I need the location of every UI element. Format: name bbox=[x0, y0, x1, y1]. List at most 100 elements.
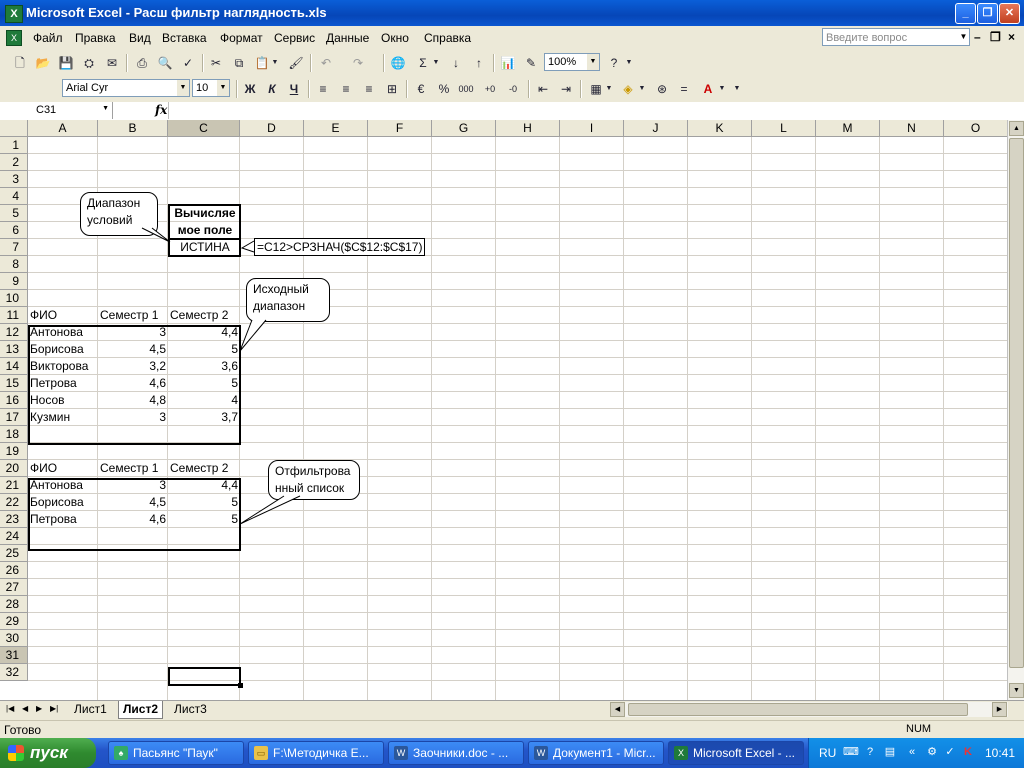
first-sheet-icon[interactable]: |◀ bbox=[6, 704, 14, 713]
align-right-icon[interactable]: ≡ bbox=[361, 81, 377, 97]
row-header-28[interactable]: 28 bbox=[0, 596, 28, 613]
last-sheet-icon[interactable]: ▶| bbox=[50, 704, 58, 713]
copy-icon[interactable]: ⧉ bbox=[231, 55, 247, 71]
paste-dropdown-icon[interactable]: ▼ bbox=[270, 55, 280, 71]
col-header-j[interactable]: J bbox=[624, 120, 688, 137]
col-header-o[interactable]: O bbox=[944, 120, 1008, 137]
sort-ascending-icon[interactable]: ↓ bbox=[448, 55, 464, 71]
row-header-13[interactable]: 13 bbox=[0, 341, 28, 358]
chevron-down-icon[interactable]: ▼ bbox=[102, 105, 109, 112]
percent-icon[interactable]: % bbox=[436, 81, 452, 97]
underline-icon[interactable]: Ч bbox=[286, 81, 302, 97]
col-header-d[interactable]: D bbox=[240, 120, 304, 137]
task-excel[interactable]: X Microsoft Excel - ... bbox=[668, 741, 804, 765]
row-header-6[interactable]: 6 bbox=[0, 222, 28, 239]
row-header-30[interactable]: 30 bbox=[0, 630, 28, 647]
source-table-cell[interactable]: Викторова bbox=[28, 358, 98, 375]
source-table-header-cell[interactable]: ФИО bbox=[28, 307, 98, 324]
format-painter-icon[interactable]: 🖌 bbox=[288, 55, 304, 71]
criteria-value-cell[interactable]: ИСТИНА bbox=[169, 239, 241, 256]
menu-edit[interactable]: Правка bbox=[75, 31, 116, 45]
insert-function-icon[interactable]: fx bbox=[155, 103, 167, 117]
fill-color-icon[interactable]: ◈ bbox=[620, 81, 636, 97]
row-header-29[interactable]: 29 bbox=[0, 613, 28, 630]
font-size-select[interactable]: 10 ▼ bbox=[192, 79, 230, 97]
active-cell-c31[interactable] bbox=[168, 667, 243, 688]
source-table-cell[interactable]: 3 bbox=[98, 324, 168, 341]
row-header-14[interactable]: 14 bbox=[0, 358, 28, 375]
menu-insert[interactable]: Вставка bbox=[162, 31, 207, 45]
cut-icon[interactable]: ✂ bbox=[208, 55, 224, 71]
col-header-f[interactable]: F bbox=[368, 120, 432, 137]
row-header-1[interactable]: 1 bbox=[0, 137, 28, 154]
source-table-cell[interactable]: 3,6 bbox=[168, 358, 240, 375]
document-icon[interactable]: X bbox=[6, 30, 22, 46]
save-icon[interactable]: 💾 bbox=[58, 55, 74, 71]
chevron-down-icon[interactable]: ▼ bbox=[958, 29, 969, 45]
menu-format[interactable]: Формат bbox=[220, 31, 263, 45]
tab-sheet2[interactable]: Лист2 bbox=[118, 701, 164, 719]
filtered-table-cell[interactable]: Борисова bbox=[28, 494, 98, 511]
restore-button[interactable]: ❐ bbox=[977, 3, 998, 24]
expand-tray-icon[interactable]: « bbox=[905, 745, 919, 759]
horizontal-scrollbar[interactable]: ◀ ▶ bbox=[610, 702, 1008, 717]
menu-data[interactable]: Данные bbox=[326, 31, 369, 45]
col-header-a[interactable]: A bbox=[28, 120, 98, 137]
sort-descending-icon[interactable]: ↑ bbox=[471, 55, 487, 71]
tab-sheet1[interactable]: Лист1 bbox=[70, 701, 111, 718]
redo-icon[interactable]: ↷ bbox=[350, 55, 366, 71]
source-table-cell[interactable]: Петрова bbox=[28, 375, 98, 392]
increase-decimal-icon[interactable]: +0 bbox=[482, 81, 498, 97]
network-icon[interactable]: ⚙ bbox=[925, 745, 939, 759]
font-select[interactable]: Arial Cyr ▼ bbox=[62, 79, 190, 97]
filtered-table-cell[interactable]: 5 bbox=[168, 511, 240, 528]
permission-icon[interactable]: ⛭ bbox=[81, 55, 97, 71]
source-table-cell[interactable]: Борисова bbox=[28, 341, 98, 358]
menu-file[interactable]: Файл bbox=[33, 31, 63, 45]
align-left-icon[interactable]: ≡ bbox=[315, 81, 331, 97]
row-header-9[interactable]: 9 bbox=[0, 273, 28, 290]
source-table-cell[interactable]: Носов bbox=[28, 392, 98, 409]
decrease-decimal-icon[interactable]: -0 bbox=[505, 81, 521, 97]
filtered-table-cell[interactable]: 4,4 bbox=[168, 477, 240, 494]
row-header-25[interactable]: 25 bbox=[0, 545, 28, 562]
drawing-icon[interactable]: ✎ bbox=[523, 55, 539, 71]
source-table-cell[interactable]: 4 bbox=[168, 392, 240, 409]
merge-center-icon[interactable]: ⊞ bbox=[384, 81, 400, 97]
row-header-7[interactable]: 7 bbox=[0, 239, 28, 256]
scroll-up-icon[interactable]: ▲ bbox=[1009, 121, 1024, 136]
horizontal-scroll-thumb[interactable] bbox=[628, 703, 968, 716]
row-header-23[interactable]: 23 bbox=[0, 511, 28, 528]
col-header-e[interactable]: E bbox=[304, 120, 368, 137]
print-preview-icon[interactable]: 🔍 bbox=[157, 55, 173, 71]
task-spider-solitaire[interactable]: ♠ Пасьянс "Паук" bbox=[108, 741, 244, 765]
menu-help[interactable]: Справка bbox=[424, 31, 471, 45]
row-header-3[interactable]: 3 bbox=[0, 171, 28, 188]
spelling-icon[interactable]: ✓ bbox=[180, 55, 196, 71]
help-icon[interactable]: ? bbox=[606, 55, 622, 71]
vertical-scroll-thumb[interactable] bbox=[1009, 138, 1024, 668]
increase-indent-icon[interactable]: ⇥ bbox=[558, 81, 574, 97]
filtered-table-header-cell[interactable]: ФИО bbox=[28, 460, 98, 477]
autosum-icon[interactable]: Σ bbox=[415, 55, 431, 71]
source-table-cell[interactable]: 5 bbox=[168, 341, 240, 358]
scroll-left-icon[interactable]: ◀ bbox=[610, 702, 625, 717]
row-header-11[interactable]: 11 bbox=[0, 307, 28, 324]
row-header-2[interactable]: 2 bbox=[0, 154, 28, 171]
clipboard-icon[interactable]: ▤ bbox=[883, 745, 897, 759]
source-table-cell[interactable]: 4,6 bbox=[98, 375, 168, 392]
col-header-k[interactable]: K bbox=[688, 120, 752, 137]
fill-color-dropdown-icon[interactable]: ▼ bbox=[637, 81, 647, 97]
select-all-corner[interactable] bbox=[0, 120, 28, 137]
filtered-table-cell[interactable]: 4,6 bbox=[98, 511, 168, 528]
decrease-indent-icon[interactable]: ⇤ bbox=[535, 81, 551, 97]
new-icon[interactable]: 🗋 bbox=[12, 55, 28, 71]
row-header-21[interactable]: 21 bbox=[0, 477, 28, 494]
security-icon[interactable]: ✓ bbox=[943, 745, 957, 759]
antivirus-icon[interactable]: K bbox=[961, 745, 975, 759]
language-indicator[interactable]: RU bbox=[819, 746, 836, 760]
borders-dropdown-icon[interactable]: ▼ bbox=[604, 81, 614, 97]
scroll-right-icon[interactable]: ▶ bbox=[992, 702, 1007, 717]
borders-icon[interactable]: ▦ bbox=[588, 81, 604, 97]
row-header-26[interactable]: 26 bbox=[0, 562, 28, 579]
